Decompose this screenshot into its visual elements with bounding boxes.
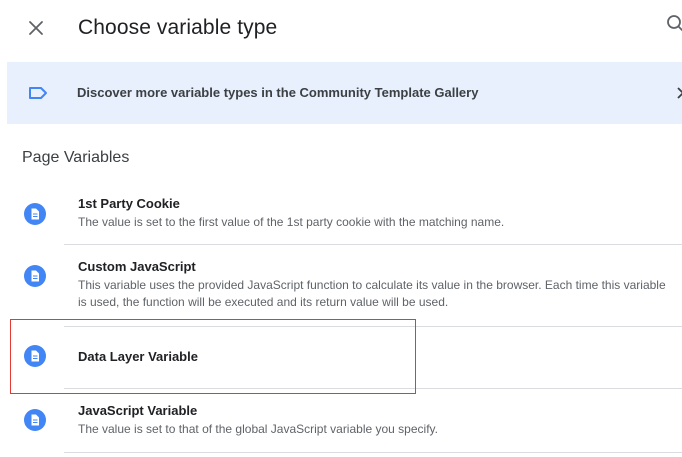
variable-type-javascript-variable[interactable]: JavaScript Variable The value is set to … (0, 396, 682, 450)
document-icon (24, 265, 46, 287)
variable-type-description: The value is set to the first value of t… (78, 215, 505, 229)
variable-type-description: The value is set to that of the global J… (78, 422, 438, 436)
dialog-header: Choose variable type (0, 0, 682, 60)
document-icon (24, 345, 46, 367)
section-heading-page-variables: Page Variables (22, 149, 130, 166)
variable-type-name: Data Layer Variable (78, 349, 198, 364)
variable-type-description: This variable uses the provided JavaScri… (78, 278, 666, 309)
variable-type-name: Custom JavaScript (78, 259, 196, 274)
close-button[interactable] (24, 16, 48, 40)
chevron-right-icon (677, 87, 682, 99)
dialog-title: Choose variable type (78, 16, 278, 39)
divider (64, 244, 682, 245)
community-gallery-banner[interactable]: Discover more variable types in the Comm… (7, 62, 682, 124)
search-icon (667, 15, 682, 32)
divider (64, 388, 682, 389)
variable-type-custom-javascript[interactable]: Custom JavaScript This variable uses the… (0, 252, 682, 326)
variable-type-1st-party-cookie[interactable]: 1st Party Cookie The value is set to the… (0, 190, 682, 244)
banner-text: Discover more variable types in the Comm… (77, 85, 479, 100)
search-button[interactable] (664, 12, 682, 36)
variable-type-name: 1st Party Cookie (78, 196, 180, 211)
variable-type-data-layer-variable[interactable]: Data Layer Variable (0, 327, 682, 387)
close-icon (29, 21, 43, 35)
tag-icon (29, 87, 47, 99)
document-icon (24, 409, 46, 431)
document-icon (24, 203, 46, 225)
divider (64, 452, 682, 453)
variable-type-name: JavaScript Variable (78, 403, 198, 418)
